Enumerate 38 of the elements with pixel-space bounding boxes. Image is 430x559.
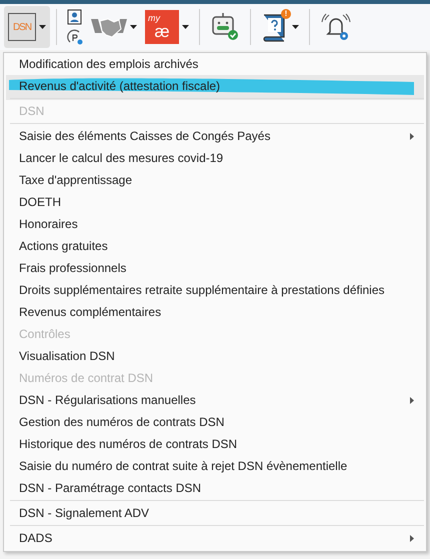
caret-icon — [182, 25, 189, 29]
menu-item[interactable]: DSN - Signalement ADV — [6, 502, 424, 527]
menu-item[interactable]: Visualisation DSN — [6, 345, 424, 367]
menu-item: Numéros de contrat DSN — [18, 370, 154, 387]
contact-card-icon — [67, 9, 83, 25]
p-gear-icon — [67, 29, 83, 45]
notification-badge: ! — [281, 9, 291, 19]
caret-icon — [292, 25, 299, 29]
menu-item[interactable]: Frais professionnels — [6, 257, 424, 279]
menu-item[interactable]: Taxe d'apprentissage — [6, 169, 424, 191]
caret-icon — [130, 25, 137, 29]
menu-item: Contrôles — [18, 326, 72, 343]
menu-item[interactable]: Modification des emplois archivés — [6, 53, 424, 75]
submenu-arrow-icon — [410, 396, 414, 404]
menu-item[interactable]: DSN - Paramétrage contacts DSN — [6, 477, 424, 502]
help-book-icon — [261, 12, 287, 42]
menu-item[interactable]: Actions gratuites — [6, 235, 424, 257]
caret-icon — [39, 25, 46, 29]
dsn-logo: DSN — [8, 13, 36, 41]
menu-item[interactable]: Droits supplémentaires retraite supplémentaire à prestations définies — [6, 279, 424, 301]
toolbar-button[interactable]: my æ — [141, 6, 193, 48]
menu-item[interactable]: Lancer le calcul des mesures covid-19 — [6, 147, 424, 169]
menu-item[interactable]: DOETH — [6, 191, 424, 213]
menu-item[interactable]: Saisie du numéro de contrat suite à rejet DSN évènementielle — [6, 455, 424, 477]
menu-item[interactable]: Historique des numéros de contrats DSN — [6, 433, 424, 455]
submenu-arrow-icon — [410, 534, 414, 542]
menu-item[interactable]: Gestion des numéros de contrats DSN — [6, 411, 424, 433]
menu-item[interactable]: Revenus d'activité (attestation fiscale) — [6, 75, 424, 100]
myae-logo: my æ — [145, 10, 179, 44]
bell-gear-icon — [320, 12, 352, 42]
menu-item[interactable]: Revenus complémentaires — [6, 301, 424, 323]
menu-item: DSN — [6, 100, 424, 125]
menu-item[interactable]: DSN - Régularisations manuelles — [6, 389, 424, 411]
menu-item[interactable]: Saisie des éléments Caisses de Congés Payés — [6, 125, 424, 147]
robot-check-icon — [210, 12, 240, 42]
menu-item[interactable]: DADS — [6, 527, 424, 549]
submenu-arrow-icon — [410, 132, 414, 140]
menu-item[interactable]: Honoraires — [6, 213, 424, 235]
